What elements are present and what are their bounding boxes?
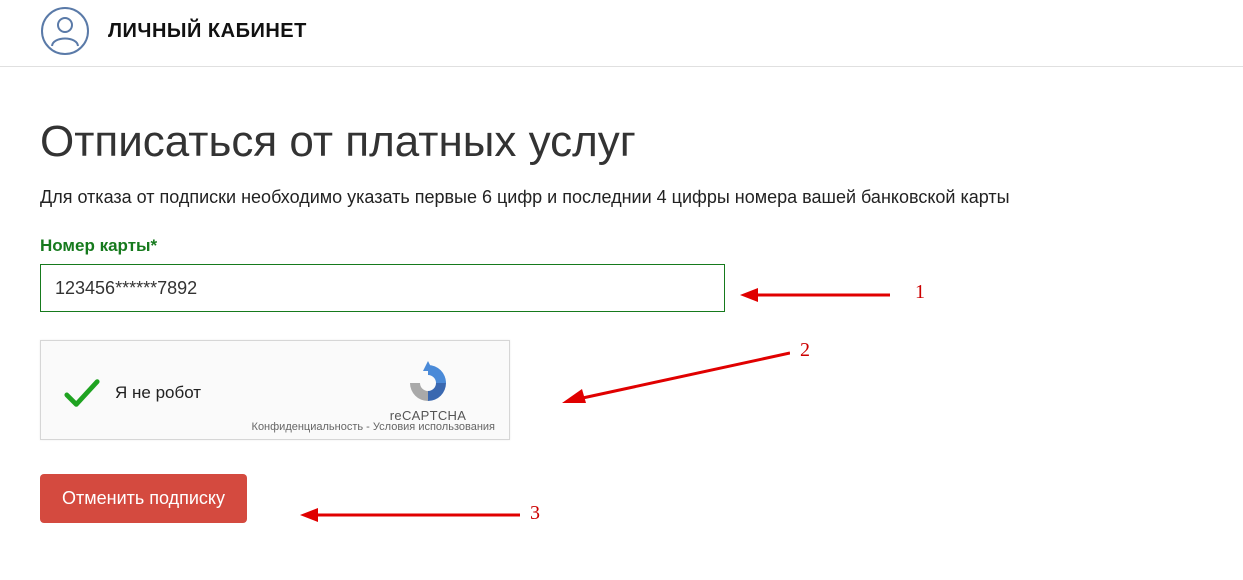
annotation-arrow-3: [300, 505, 520, 525]
recaptcha-terms-link[interactable]: Условия использования: [373, 421, 495, 433]
page-description: Для отказа от подписки необходимо указат…: [40, 187, 1203, 208]
recaptcha-icon: [406, 361, 450, 405]
recaptcha-label: Я не робот: [115, 383, 363, 403]
cancel-subscription-button[interactable]: Отменить подписку: [40, 474, 247, 523]
user-icon: [40, 6, 90, 56]
card-number-label: Номер карты*: [40, 236, 1203, 256]
checkmark-icon: [63, 374, 101, 412]
annotation-number-3: 3: [530, 502, 540, 525]
annotation-number-2: 2: [800, 339, 810, 362]
recaptcha-branding: reCAPTCHA: [363, 361, 493, 425]
main: Отписаться от платных услуг Для отказа о…: [0, 67, 1243, 553]
annotation-arrow-2: [560, 347, 790, 407]
header: ЛИЧНЫЙ КАБИНЕТ: [0, 0, 1243, 67]
recaptcha-privacy-link[interactable]: Конфиденциальность: [252, 421, 364, 433]
annotation-arrow-1: [740, 285, 890, 305]
recaptcha-widget[interactable]: Я не робот reCAPTCHA Конфиденциальность …: [40, 340, 510, 440]
recaptcha-footer: Конфиденциальность - Условия использован…: [252, 421, 495, 433]
page-title: Отписаться от платных услуг: [40, 117, 1203, 167]
header-title: ЛИЧНЫЙ КАБИНЕТ: [108, 20, 307, 43]
annotation-number-1: 1: [915, 281, 925, 304]
card-number-input[interactable]: [40, 264, 725, 312]
